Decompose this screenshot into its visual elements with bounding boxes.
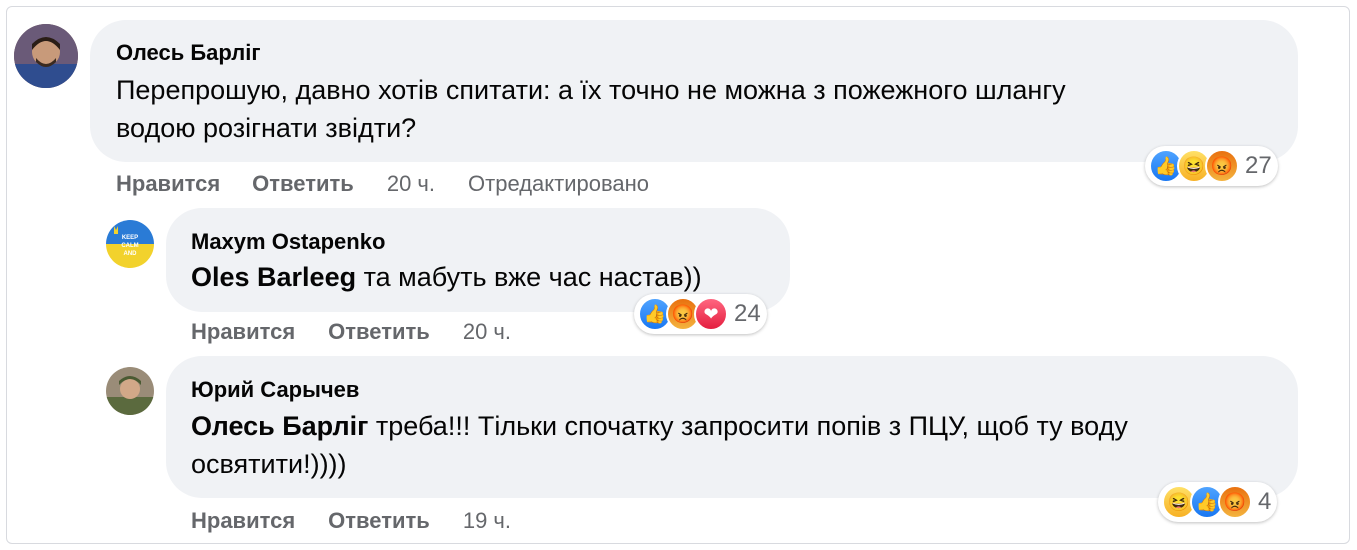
love-icon: ❤ [694,297,728,331]
comment-actions: Нравится Ответить 20 ч. Отредактировано [116,171,649,197]
mention-link[interactable]: Олесь Барліг [191,411,368,441]
comment-author[interactable]: Maxym Ostapenko [191,229,385,255]
comment-text: Перепрошую, давно хотів спитати: а їх то… [116,71,1066,147]
mention-link[interactable]: Oles Barleeg [191,262,356,292]
angry-icon: 😡 [1218,485,1252,519]
comment-author[interactable]: Олесь Барліг [116,40,261,66]
avatar[interactable]: KEEP CALM AND [106,220,154,268]
comment-text-line: треба!!! Тільки спочатку запросити попів… [368,411,1128,441]
like-button[interactable]: Нравится [191,508,295,534]
timestamp[interactable]: 19 ч. [463,508,511,534]
avatar[interactable] [14,24,78,88]
reaction-count: 4 [1258,488,1272,515]
timestamp[interactable]: 20 ч. [387,171,435,197]
reaction-count: 24 [734,300,761,327]
person-avatar-icon [14,24,78,88]
edited-label[interactable]: Отредактировано [468,171,649,197]
reply-button[interactable]: Ответить [252,171,354,197]
comment-text-line: Перепрошую, давно хотів спитати: а їх то… [116,75,1066,105]
comment-author[interactable]: Юрий Сарычев [191,377,359,403]
timestamp[interactable]: 20 ч. [463,319,511,345]
reactions-summary[interactable]: 👍 😆 😡 27 [1145,146,1278,186]
comment-text-line: освятити!)))) [191,449,347,479]
comment-text: Oles Barleeg та мабуть вже час настав)) [191,258,702,296]
reactions-summary[interactable]: 😆 👍 😡 4 [1158,482,1278,522]
reaction-count: 27 [1245,152,1272,179]
comment-text: Олесь Барліг треба!!! Тільки спочатку за… [191,407,1128,483]
comment-actions: Нравится Ответить 19 ч. [191,508,511,534]
comment-text-line: водою розігнати звідти? [116,113,417,143]
reactions-summary[interactable]: 👍 😡 ❤ 24 [634,294,767,334]
comment-actions: Нравится Ответить 20 ч. [191,319,511,345]
angry-icon: 😡 [1205,149,1239,183]
person-avatar-icon [106,367,154,415]
avatar-text: KEEP CALM AND [121,235,139,257]
reply-button[interactable]: Ответить [328,508,430,534]
comment-text-body: та мабуть вже час настав)) [356,262,702,292]
avatar[interactable] [106,367,154,415]
reply-button[interactable]: Ответить [328,319,430,345]
like-button[interactable]: Нравится [191,319,295,345]
like-button[interactable]: Нравится [116,171,220,197]
